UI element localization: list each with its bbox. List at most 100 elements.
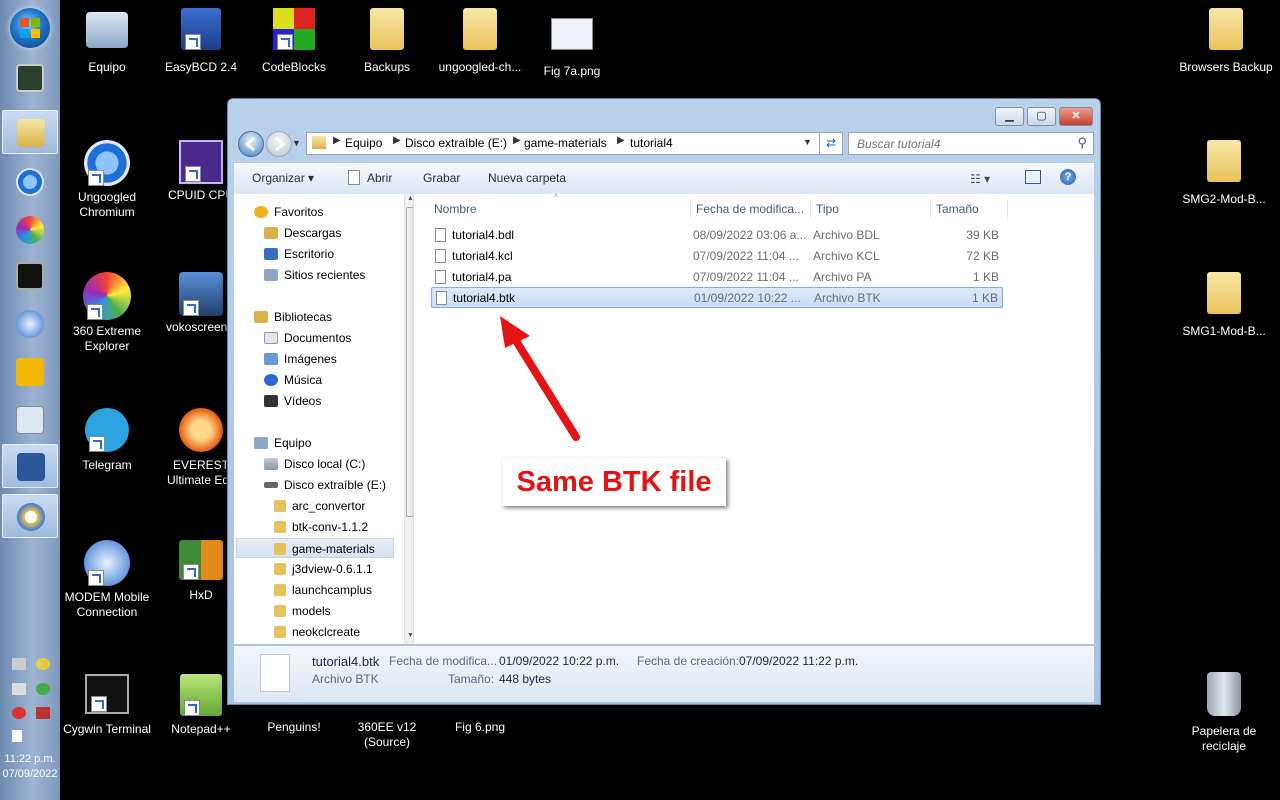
- desktop-icon-modem[interactable]: MODEM Mobile Connection: [62, 540, 152, 620]
- nav-recent[interactable]: Sitios recientes: [264, 265, 365, 285]
- nav-folder-models[interactable]: models: [274, 601, 331, 621]
- nav-computer[interactable]: Equipo: [254, 433, 311, 453]
- breadcrumb-game-materials[interactable]: game-materials: [524, 136, 607, 150]
- nav-desktop[interactable]: Escritorio: [264, 244, 334, 264]
- taskbar-360browser[interactable]: [2, 208, 58, 252]
- taskbar-paint[interactable]: [2, 494, 58, 538]
- taskbar-word[interactable]: [2, 444, 58, 488]
- open-button[interactable]: Abrir: [367, 171, 392, 185]
- breadcrumb-separator[interactable]: ▶: [393, 135, 401, 146]
- organize-button[interactable]: Organizar ▾: [252, 171, 314, 185]
- address-bar[interactable]: ▶ Equipo ▶ Disco extraíble (E:) ▶ game-m…: [306, 132, 820, 155]
- column-header-size[interactable]: Tamaño: [931, 199, 1008, 219]
- pdf-icon: [16, 358, 44, 386]
- column-header-type[interactable]: Tipo: [811, 199, 931, 219]
- taskbar-calculator[interactable]: [2, 398, 58, 442]
- nav-scrollbar-thumb[interactable]: [406, 207, 413, 517]
- taskbar-pdf[interactable]: [2, 350, 58, 394]
- desktop-icon-cygwin[interactable]: Cygwin Terminal: [62, 674, 152, 737]
- column-header-modified[interactable]: Fecha de modifica...: [691, 199, 811, 219]
- key-icon[interactable]: [36, 658, 50, 670]
- volume-muted-icon[interactable]: [12, 707, 26, 719]
- new-folder-button[interactable]: Nueva carpeta: [488, 171, 566, 185]
- start-button[interactable]: [10, 8, 50, 48]
- scroll-down-icon[interactable]: ▼: [407, 632, 413, 639]
- downloads-folder-icon: [264, 227, 278, 239]
- breadcrumb-equipo[interactable]: Equipo: [345, 136, 382, 150]
- desktop-icon-codeblocks[interactable]: CodeBlocks: [249, 8, 339, 75]
- nav-folder-launchcamplus[interactable]: launchcamplus: [274, 580, 372, 600]
- file-row[interactable]: tutorial4.bdl 08/09/2022 03:06 a... Arch…: [431, 225, 1003, 245]
- desktop-icon-telegram[interactable]: Telegram: [62, 408, 152, 473]
- nav-music[interactable]: Música: [264, 370, 322, 390]
- desktop-icon-smg2[interactable]: SMG2-Mod-B...: [1176, 140, 1272, 207]
- desktop-icon-easybcd[interactable]: EasyBCD 2.4: [156, 8, 246, 75]
- breadcrumb-separator[interactable]: ▶: [513, 135, 521, 146]
- flag-icon[interactable]: [12, 730, 22, 742]
- nav-folder-j3dview[interactable]: j3dview-0.6.1.1: [274, 559, 373, 579]
- folder-icon: [1207, 140, 1241, 182]
- taskbar-chromium[interactable]: [2, 160, 58, 204]
- taskbar-clock[interactable]: 11:22 p.m. 07/09/2022: [0, 752, 60, 782]
- maximize-button[interactable]: ▢: [1027, 107, 1056, 126]
- change-view-button[interactable]: ☷ ▾: [970, 172, 990, 186]
- taskbar-modem[interactable]: [2, 302, 58, 346]
- desktop-icon-recycle-bin[interactable]: Papelera de reciclaje: [1176, 672, 1272, 754]
- desktop-icon-penguins[interactable]: Penguins!: [249, 700, 339, 735]
- taskbar-network-monitor[interactable]: [2, 56, 58, 100]
- file-row[interactable]: tutorial4.kcl 07/09/2022 11:04 ... Archi…: [431, 246, 1003, 266]
- file-size: 72 KB: [966, 249, 999, 263]
- annotation-callout: Same BTK file: [502, 458, 726, 506]
- help-button[interactable]: ?: [1060, 169, 1076, 185]
- nav-videos[interactable]: Vídeos: [264, 391, 321, 411]
- desktop-icon-equipo[interactable]: Equipo: [62, 8, 152, 75]
- breadcrumb-separator[interactable]: ▶: [617, 135, 625, 146]
- details-modified-value: 01/09/2022 10:22 p.m.: [499, 654, 620, 668]
- desktop-icon-360-explorer[interactable]: 360 Extreme Explorer: [62, 272, 152, 354]
- nav-documents[interactable]: Documentos: [264, 328, 351, 348]
- minimize-button[interactable]: ▁: [995, 107, 1024, 126]
- desktop-icon-360ee-source[interactable]: 360EE v12 (Source): [342, 700, 432, 750]
- recent-pages-dropdown[interactable]: ▼: [292, 138, 301, 148]
- scroll-up-icon[interactable]: ▲: [407, 195, 413, 202]
- nav-removable-disk[interactable]: Disco extraíble (E:): [264, 475, 386, 495]
- desktop-icon-fig6[interactable]: Fig 6.png: [435, 700, 525, 735]
- nav-folder-btk-conv[interactable]: btk-conv-1.1.2: [274, 517, 368, 537]
- desktop-icon-fig7a[interactable]: Fig 7a.png: [527, 8, 617, 79]
- network-disconnected-icon[interactable]: [36, 707, 50, 719]
- nav-images[interactable]: Imágenes: [264, 349, 337, 369]
- usb-icon[interactable]: [12, 683, 26, 695]
- nav-local-disk[interactable]: Disco local (C:): [264, 454, 365, 474]
- breadcrumb-tutorial4[interactable]: tutorial4: [630, 136, 673, 150]
- display-icon[interactable]: [12, 658, 26, 670]
- desktop-icon-browsers-backup[interactable]: Browsers Backup: [1176, 8, 1276, 75]
- taskbar-terminal[interactable]: [2, 254, 58, 298]
- refresh-button[interactable]: ⇄: [819, 132, 843, 155]
- file-row-selected[interactable]: tutorial4.btk 01/09/2022 10:22 ... Archi…: [431, 287, 1003, 308]
- nav-libraries[interactable]: Bibliotecas: [254, 307, 332, 327]
- preview-pane-button[interactable]: [1025, 170, 1041, 184]
- security-icon[interactable]: [36, 683, 50, 695]
- burn-button[interactable]: Grabar: [423, 171, 460, 185]
- nav-downloads[interactable]: Descargas: [264, 223, 341, 243]
- breadcrumb-disco-extraible[interactable]: Disco extraíble (E:): [405, 136, 507, 150]
- column-header-name[interactable]: Nombre: [429, 199, 691, 219]
- desktop-icon-ungoogled-chromium[interactable]: Ungoogled Chromium: [62, 140, 152, 220]
- breadcrumb-separator[interactable]: ▶: [333, 135, 341, 146]
- desktop-icon-backups[interactable]: Backups: [342, 8, 432, 75]
- nav-folder-arc-convertor[interactable]: arc_convertor: [274, 496, 365, 516]
- file-row[interactable]: tutorial4.pa 07/09/2022 11:04 ... Archiv…: [431, 267, 1003, 287]
- forward-button[interactable]: [266, 131, 292, 157]
- close-button[interactable]: ✕: [1059, 107, 1093, 126]
- nav-scrollbar[interactable]: ▲ ▼: [404, 194, 413, 644]
- nav-folder-neokclcreate[interactable]: neokclcreate: [274, 622, 360, 642]
- desktop-icon-smg1[interactable]: SMG1-Mod-B...: [1176, 272, 1272, 339]
- taskbar-explorer[interactable]: [2, 110, 58, 154]
- nav-favorites[interactable]: Favoritos: [254, 202, 323, 222]
- nav-folder-game-materials[interactable]: game-materials: [236, 538, 394, 558]
- desktop-icon-ungoogled-folder[interactable]: ungoogled-ch...: [435, 8, 525, 75]
- address-history-dropdown[interactable]: ▼: [803, 137, 812, 147]
- search-input[interactable]: [849, 133, 1069, 154]
- back-button[interactable]: [238, 131, 264, 157]
- search-icon[interactable]: ⚲: [1077, 135, 1087, 151]
